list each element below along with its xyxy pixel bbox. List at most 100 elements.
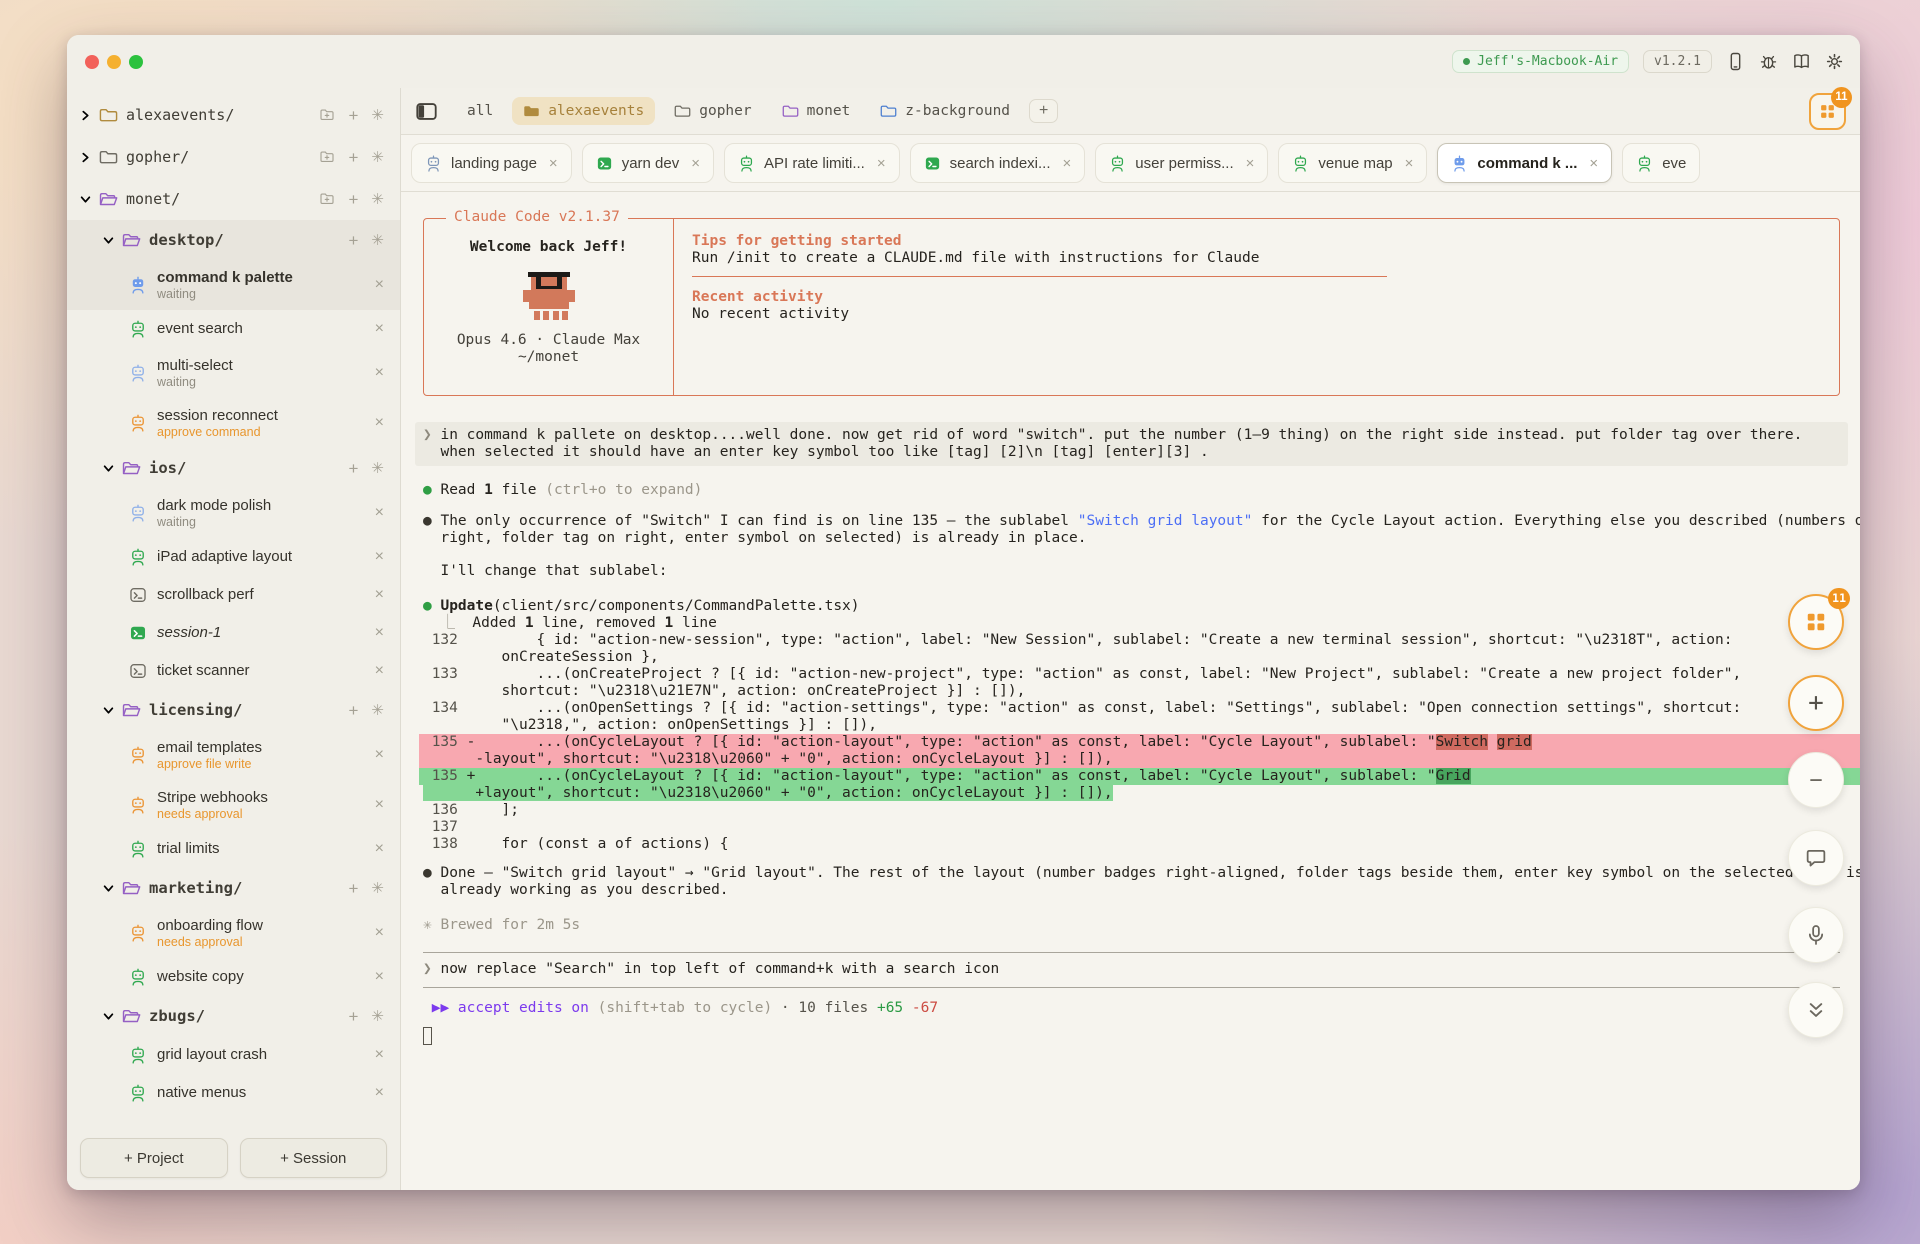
microphone-button[interactable]: [1788, 907, 1844, 963]
sidebar-session-event-search[interactable]: event search ×: [67, 310, 400, 348]
terminal-input[interactable]: ❯ now replace "Search" in top left of co…: [423, 953, 1840, 987]
debug-bug-icon[interactable]: [1759, 52, 1778, 71]
sidebar-session-onboarding-flow[interactable]: onboarding flowneeds approval ×: [67, 908, 400, 958]
close-icon[interactable]: ×: [375, 662, 384, 680]
sidebar-session-session-reconnect[interactable]: session reconnectapprove command ×: [67, 398, 400, 448]
sidebar-toggle-icon[interactable]: [415, 100, 438, 123]
comment-button[interactable]: [1788, 830, 1844, 886]
code-diff: 132 { id: "action-new-session", type: "a…: [423, 632, 1840, 853]
close-icon[interactable]: ×: [691, 155, 700, 172]
sidebar-folder-licensing[interactable]: licensing/ +✳: [67, 690, 400, 730]
close-icon[interactable]: ×: [375, 276, 384, 294]
close-icon[interactable]: ×: [1405, 155, 1414, 172]
close-icon[interactable]: ×: [375, 1046, 384, 1064]
add-session-icon[interactable]: +: [348, 1008, 358, 1025]
spark-icon[interactable]: ✳: [371, 703, 384, 718]
add-session-icon[interactable]: +: [348, 460, 358, 477]
close-icon[interactable]: ×: [877, 155, 886, 172]
workspace-tab-alexaevents[interactable]: alexaevents: [512, 97, 655, 125]
close-icon[interactable]: ×: [375, 840, 384, 858]
close-icon[interactable]: ×: [1246, 155, 1255, 172]
zoom-window-button[interactable]: [129, 55, 143, 69]
terminal-pane[interactable]: Claude Code v2.1.37 Welcome back Jeff!: [401, 192, 1860, 1190]
sidebar-session-website-copy[interactable]: website copy ×: [67, 958, 400, 996]
close-icon[interactable]: ×: [375, 586, 384, 604]
zoom-out-button[interactable]: −: [1788, 752, 1844, 808]
new-worktree-icon[interactable]: [319, 149, 335, 165]
docs-book-icon[interactable]: [1792, 52, 1811, 71]
settings-gear-icon[interactable]: [1825, 52, 1844, 71]
close-icon[interactable]: ×: [375, 414, 384, 432]
add-session-icon[interactable]: +: [348, 191, 358, 208]
session-tab-command-k-palette[interactable]: command k ...×: [1437, 143, 1612, 183]
close-window-button[interactable]: [85, 55, 99, 69]
add-workspace-tab-button[interactable]: +: [1029, 99, 1058, 123]
new-session-button[interactable]: + Session: [240, 1138, 388, 1178]
close-icon[interactable]: ×: [549, 155, 558, 172]
add-session-icon[interactable]: +: [348, 149, 358, 166]
minimize-window-button[interactable]: [107, 55, 121, 69]
sidebar-session-command-k-palette[interactable]: command k palettewaiting ×: [67, 260, 400, 310]
session-tab-landing-page[interactable]: landing page×: [411, 143, 572, 183]
close-icon[interactable]: ×: [375, 746, 384, 764]
session-tab-yarn-dev[interactable]: yarn dev×: [582, 143, 714, 183]
workspace-tab-all[interactable]: all: [456, 97, 504, 125]
close-icon[interactable]: ×: [1589, 155, 1598, 172]
session-tab-eve[interactable]: eve: [1622, 143, 1700, 183]
session-tab-search-indexing[interactable]: search indexi...×: [910, 143, 1086, 183]
sidebar-project-alexaevents[interactable]: alexaevents/ +✳: [67, 94, 400, 136]
close-icon[interactable]: ×: [375, 548, 384, 566]
session-tab-venue-map[interactable]: venue map×: [1278, 143, 1427, 183]
spark-icon[interactable]: ✳: [371, 233, 384, 248]
sidebar-project-monet[interactable]: monet/ +✳: [67, 178, 400, 220]
sidebar-folder-marketing[interactable]: marketing/ +✳: [67, 868, 400, 908]
spark-icon[interactable]: ✳: [371, 461, 384, 476]
workspace-tab-z-background[interactable]: z-background: [869, 97, 1021, 125]
spark-icon[interactable]: ✳: [371, 192, 384, 207]
spark-icon[interactable]: ✳: [371, 881, 384, 896]
notifications-grid-button[interactable]: 11: [1809, 93, 1846, 130]
close-icon[interactable]: ×: [375, 364, 384, 382]
sidebar-session-scrollback-perf[interactable]: scrollback perf ×: [67, 576, 400, 614]
mobile-device-icon[interactable]: [1726, 52, 1745, 71]
new-worktree-icon[interactable]: [319, 191, 335, 207]
session-tab-api-rate-limiting[interactable]: API rate limiti...×: [724, 143, 900, 183]
sidebar-session-trial-limits[interactable]: trial limits ×: [67, 830, 400, 868]
sidebar-folder-ios[interactable]: ios/ +✳: [67, 448, 400, 488]
sidebar-session-stripe-webhooks[interactable]: Stripe webhooksneeds approval ×: [67, 780, 400, 830]
sidebar-session-multi-select[interactable]: multi-selectwaiting ×: [67, 348, 400, 398]
add-session-icon[interactable]: +: [348, 107, 358, 124]
spark-icon[interactable]: ✳: [371, 150, 384, 165]
close-icon[interactable]: ×: [375, 320, 384, 338]
scroll-to-bottom-button[interactable]: [1788, 982, 1844, 1038]
session-tab-user-permissions[interactable]: user permiss...×: [1095, 143, 1268, 183]
zoom-in-button[interactable]: +: [1788, 675, 1844, 731]
sidebar-session-session-1[interactable]: session-1 ×: [67, 614, 400, 652]
workspace-tab-monet[interactable]: monet: [771, 97, 862, 125]
sessions-grid-button[interactable]: 11: [1788, 594, 1844, 650]
close-icon[interactable]: ×: [375, 1084, 384, 1102]
sidebar-folder-desktop[interactable]: desktop/ +✳: [67, 220, 400, 260]
sidebar-session-email-templates[interactable]: email templatesapprove file write ×: [67, 730, 400, 780]
close-icon[interactable]: ×: [1063, 155, 1072, 172]
sidebar-session-ticket-scanner[interactable]: ticket scanner ×: [67, 652, 400, 690]
new-project-button[interactable]: + Project: [80, 1138, 228, 1178]
sidebar-project-gopher[interactable]: gopher/ +✳: [67, 136, 400, 178]
add-session-icon[interactable]: +: [348, 702, 358, 719]
sidebar-session-grid-layout-crash[interactable]: grid layout crash ×: [67, 1036, 400, 1074]
sidebar-session-dark-mode-polish[interactable]: dark mode polishwaiting ×: [67, 488, 400, 538]
close-icon[interactable]: ×: [375, 504, 384, 522]
sidebar-session-ipad-adaptive-layout[interactable]: iPad adaptive layout ×: [67, 538, 400, 576]
add-session-icon[interactable]: +: [348, 232, 358, 249]
sidebar-session-native-menus[interactable]: native menus ×: [67, 1074, 400, 1112]
new-worktree-icon[interactable]: [319, 107, 335, 123]
workspace-tab-gopher[interactable]: gopher: [663, 97, 762, 125]
spark-icon[interactable]: ✳: [371, 108, 384, 123]
close-icon[interactable]: ×: [375, 624, 384, 642]
spark-icon[interactable]: ✳: [371, 1009, 384, 1024]
sidebar-folder-zbugs[interactable]: zbugs/ +✳: [67, 996, 400, 1036]
close-icon[interactable]: ×: [375, 796, 384, 814]
add-session-icon[interactable]: +: [348, 880, 358, 897]
close-icon[interactable]: ×: [375, 968, 384, 986]
close-icon[interactable]: ×: [375, 924, 384, 942]
